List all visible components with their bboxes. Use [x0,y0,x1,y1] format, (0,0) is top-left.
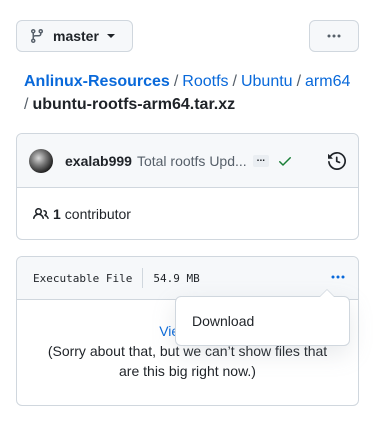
commit-header: exalab999 Total rootfs Upd... ... [17,134,358,188]
people-icon [33,207,49,220]
contributors-row[interactable]: 1 contributor [17,188,358,240]
check-icon[interactable] [277,153,293,169]
breadcrumb: Anlinux-Resources / Rootfs / Ubuntu / arm64/ub… [24,70,364,116]
avatar[interactable] [29,148,53,173]
breadcrumb-repo-link[interactable]: Anlinux-Resources [24,73,170,90]
download-menu-item[interactable]: Download [192,313,254,329]
kebab-horizontal-icon [327,34,341,38]
more-options-button[interactable] [309,20,359,52]
file-info-divider [142,268,144,288]
file-size: 54.9 MB [153,271,200,285]
breadcrumb-separator: / [173,73,179,90]
branch-select-button[interactable]: master [16,20,133,52]
file-actions-menu: Download [175,289,350,346]
file-too-big-message: (Sorry about that, but we can’t show fil… [47,343,328,379]
file-actions-icon[interactable] [330,269,346,285]
branch-label: master [53,28,99,44]
breadcrumb-separator: / [296,73,302,90]
contributor-label: contributor [64,206,131,222]
breadcrumb-dir-link[interactable]: Rootfs [182,73,228,90]
history-icon[interactable] [328,151,346,170]
breadcrumb-dir-link[interactable]: arm64 [305,73,350,90]
breadcrumb-dir-link[interactable]: Ubuntu [241,73,293,90]
file-mode: Executable File [33,271,133,285]
file-header: Executable File 54.9 MB [17,257,358,300]
breadcrumb-file-name: ubuntu-rootfs-arm64.tar.xz [32,96,236,113]
contributor-count: 1 [53,206,61,222]
breadcrumb-separator: / [232,73,237,90]
commit-message-link[interactable]: Total rootfs Upd... [137,153,247,169]
git-branch-icon [30,29,43,44]
latest-commit-box: exalab999 Total rootfs Upd... ... 1 cont… [16,133,359,240]
commit-author-link[interactable]: exalab999 [65,153,132,169]
commit-expand-button[interactable]: ... [252,153,270,167]
caret-down-icon [106,34,115,38]
